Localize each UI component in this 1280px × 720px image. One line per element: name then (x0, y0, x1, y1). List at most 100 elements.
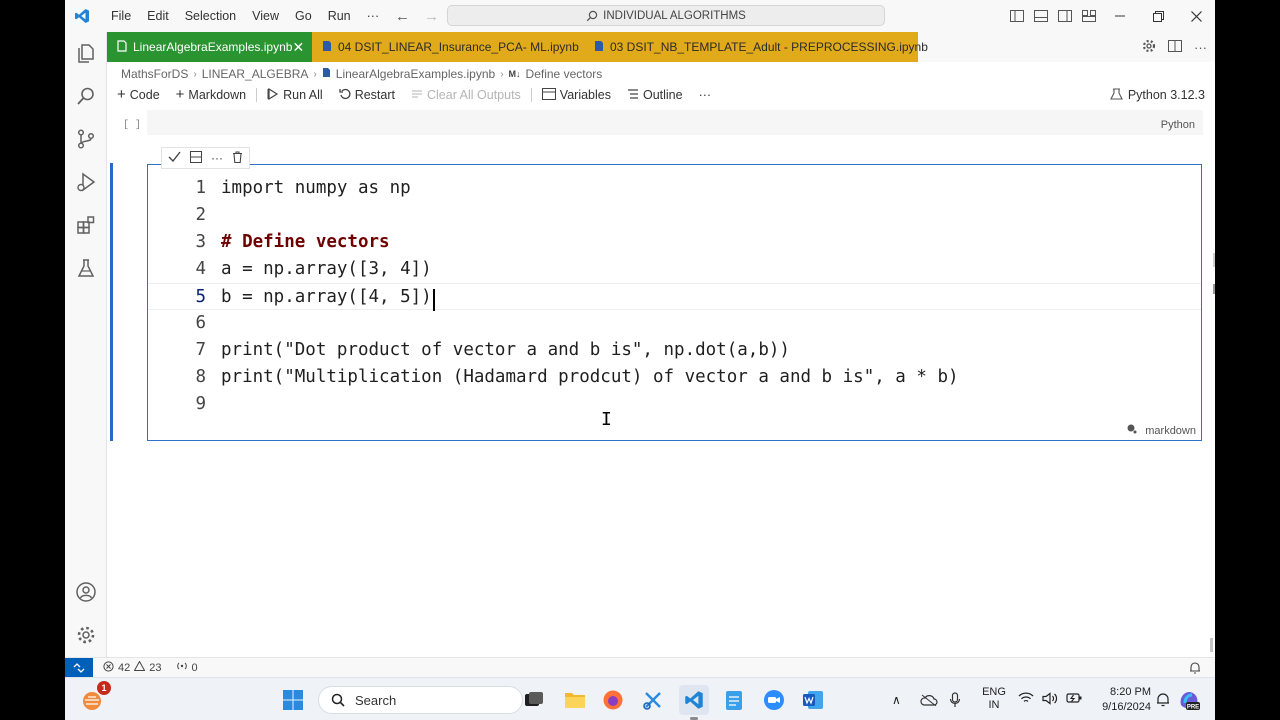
code-line[interactable]: 1 import numpy as np (148, 175, 1201, 202)
empty-code-cell[interactable] (147, 110, 1203, 135)
tab-insurance-pca[interactable]: 04 DSIT_LINEAR_Insurance_PCA- ML.ipynb (312, 32, 584, 62)
code-line[interactable]: 4 a = np.array([3, 4]) (148, 256, 1201, 283)
close-tab-icon[interactable]: ✕ (292, 39, 304, 56)
close-window-icon[interactable] (1177, 0, 1215, 32)
firefox-icon[interactable] (598, 685, 628, 715)
line-number: 5 (195, 287, 206, 307)
start-windows-icon[interactable] (278, 685, 308, 715)
add-markdown-button[interactable]: + Markdown (168, 87, 254, 102)
code-text: b = np.array([4, 5]) (221, 287, 432, 307)
delete-cell-trash-icon[interactable] (232, 150, 243, 166)
source-control-icon[interactable] (65, 118, 107, 160)
explorer-icon[interactable] (65, 32, 107, 74)
task-view-icon[interactable] (519, 685, 549, 715)
code-line[interactable]: 9 (148, 391, 1201, 418)
code-line[interactable]: 7 print("Dot product of vector a and b is… (148, 337, 1201, 364)
menu-view[interactable]: View (244, 0, 287, 32)
run-debug-icon[interactable] (65, 161, 107, 203)
tab-label: 04 DSIT_LINEAR_Insurance_PCA- ML.ipynb (338, 40, 579, 54)
outline-button[interactable]: Outline (619, 88, 691, 103)
input-language-indicator[interactable]: ENG IN (980, 686, 1008, 712)
search-view-icon[interactable] (65, 75, 107, 117)
stop-editing-check-icon[interactable] (168, 151, 181, 165)
zoom-icon[interactable] (759, 685, 789, 715)
kernel-picker[interactable]: Python 3.12.3 (1109, 84, 1205, 106)
copilot-preview-icon[interactable]: PRE (1177, 678, 1201, 720)
minimize-icon[interactable] (1101, 0, 1139, 32)
restore-icon[interactable] (1139, 0, 1177, 32)
file-explorer-icon[interactable] (560, 685, 590, 715)
breadcrumb-item[interactable]: MathsForDS (121, 67, 188, 81)
kernel-label: Python 3.12.3 (1127, 88, 1205, 102)
split-cell-icon[interactable] (190, 150, 202, 166)
vscode-taskbar-icon[interactable] (679, 685, 709, 720)
cell-language-label[interactable]: Python (1161, 119, 1195, 131)
customize-layout-icon[interactable] (1077, 10, 1101, 22)
back-arrow-icon[interactable]: ← (395, 8, 410, 25)
taskbar-search[interactable]: Search (318, 686, 523, 714)
svg-text:PRE: PRE (1187, 704, 1199, 710)
menu-run[interactable]: Run (320, 0, 359, 32)
toolbar-more-button[interactable]: ··· (691, 88, 720, 102)
ports-indicator[interactable]: 0 (176, 661, 198, 675)
more-actions-icon[interactable]: ··· (1194, 40, 1207, 55)
menu-file[interactable]: File (103, 0, 139, 32)
tab-linear-algebra-examples[interactable]: LinearAlgebraExamples.ipynb ✕ (107, 32, 312, 62)
code-line[interactable]: 6 (148, 310, 1201, 337)
cell-more-icon[interactable]: ··· (211, 151, 223, 165)
vscode-logo-icon (67, 0, 97, 32)
markdown-cell-editor[interactable]: 1 import numpy as np 2 3 # Define vectors 4 a … (147, 164, 1202, 441)
microphone-icon[interactable] (949, 678, 961, 720)
toggle-panel-icon[interactable] (1029, 10, 1053, 22)
command-center-label: INDIVIDUAL ALGORITHMS (603, 9, 746, 22)
menu-selection[interactable]: Selection (177, 0, 244, 32)
cell-language-label[interactable]: markdown (1145, 425, 1196, 437)
forward-arrow-icon[interactable]: → (424, 8, 439, 25)
remote-indicator-icon[interactable] (65, 657, 93, 678)
settings-gear-icon[interactable] (1142, 39, 1156, 56)
command-center[interactable]: INDIVIDUAL ALGORITHMS (447, 5, 885, 26)
toggle-primary-sidebar-icon[interactable] (1005, 10, 1029, 22)
breadcrumb-item[interactable]: LinearAlgebraExamples.ipynb (336, 67, 495, 81)
code-line[interactable]: 8 print("Multiplication (Hadamard prodcut… (148, 364, 1201, 391)
restart-button[interactable]: Restart (331, 88, 403, 103)
menu-go[interactable]: Go (287, 0, 320, 32)
snipping-tool-icon[interactable] (638, 685, 668, 715)
menu-edit[interactable]: Edit (139, 0, 177, 32)
testing-flask-icon[interactable] (65, 247, 107, 289)
notepad-icon[interactable] (719, 685, 749, 715)
breadcrumb-item[interactable]: Define vectors (526, 67, 603, 81)
variables-button[interactable]: Variables (534, 87, 619, 103)
menu-more[interactable]: ··· (359, 0, 388, 32)
add-code-button[interactable]: + Code (107, 87, 168, 102)
tab-adult-preprocessing[interactable]: 03 DSIT_NB_TEMPLATE_Adult - PREPROCESSIN… (584, 32, 928, 62)
extensions-icon[interactable] (65, 204, 107, 246)
code-line[interactable]: 2 (148, 202, 1201, 229)
notifications-bell-icon[interactable] (1189, 661, 1201, 677)
code-line[interactable]: 3 # Define vectors (148, 229, 1201, 256)
warning-icon (133, 660, 146, 674)
word-icon[interactable] (798, 685, 828, 715)
problems-indicator[interactable]: 42 23 (103, 660, 162, 675)
chevron-up-icon[interactable]: ∧ (892, 693, 901, 707)
run-all-button[interactable]: Run All (259, 87, 331, 103)
window-controls (1005, 0, 1215, 32)
notification-center-icon[interactable] (1156, 678, 1170, 720)
cell-status-dot-icon (1127, 424, 1137, 437)
toggle-secondary-sidebar-icon[interactable] (1053, 10, 1077, 22)
cell-execution-count: [ ] (123, 120, 142, 131)
clear-outputs-label: Clear All Outputs (427, 88, 521, 102)
accounts-icon[interactable] (65, 571, 107, 613)
code-line[interactable]: 5 b = np.array([4, 5]) (148, 283, 1201, 311)
clear-all-outputs-button[interactable]: Clear All Outputs (403, 88, 529, 103)
menu-bar: File Edit Selection View Go Run ··· (103, 0, 387, 32)
quick-settings[interactable] (1018, 678, 1082, 720)
weather-widget-icon[interactable]: 1 (77, 681, 111, 715)
nav-arrows: ← → (395, 0, 439, 32)
taskbar-clock[interactable]: 8:20 PM 9/16/2024 (1081, 685, 1151, 715)
scrollbar-thumb[interactable] (1210, 638, 1213, 652)
tray-onedrive-icon[interactable] (920, 678, 938, 720)
split-editor-icon[interactable] (1168, 39, 1182, 55)
breadcrumb-item[interactable]: LINEAR_ALGEBRA (202, 67, 309, 81)
settings-gear-icon[interactable] (65, 614, 107, 656)
